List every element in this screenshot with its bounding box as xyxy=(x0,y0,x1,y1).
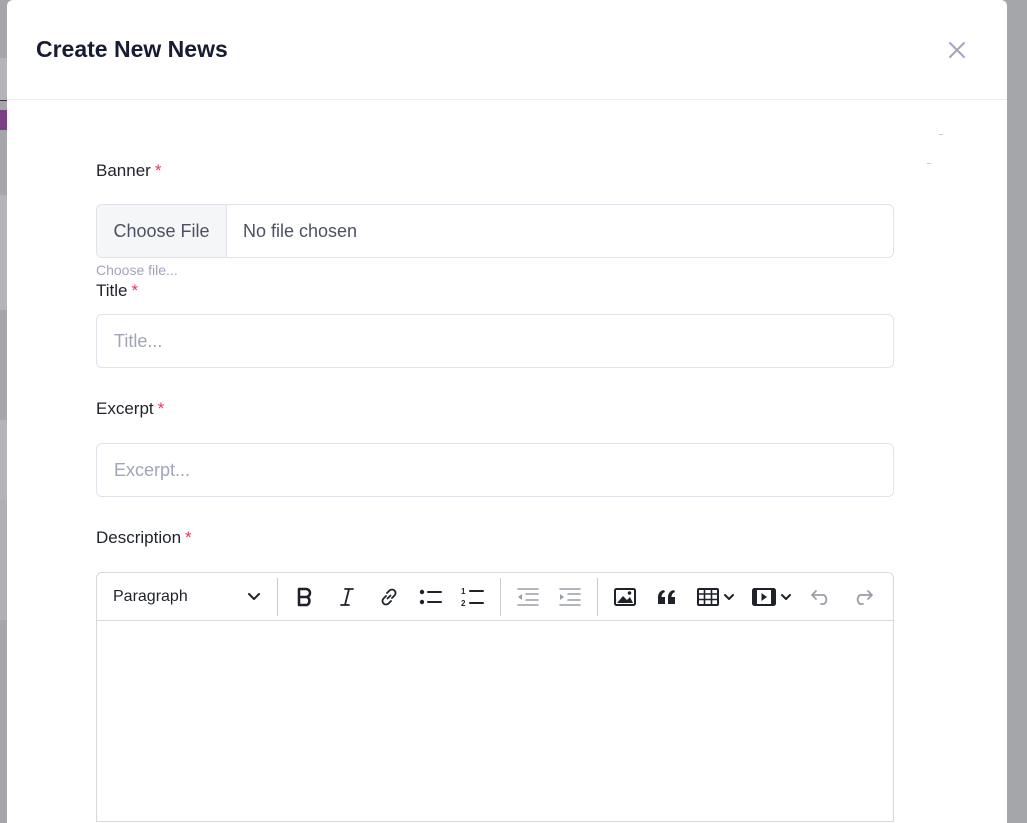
modal-body: Banner * Choose File No file chosen Choo… xyxy=(7,100,1007,822)
redo-icon xyxy=(856,589,873,605)
media-icon xyxy=(752,587,776,606)
decorative-mark xyxy=(939,134,943,135)
editor-content-area[interactable] xyxy=(97,621,893,821)
table-icon xyxy=(697,587,719,606)
blockquote-button[interactable] xyxy=(646,579,688,615)
title-label: Title * xyxy=(96,280,1007,302)
modal-header: Create New News xyxy=(7,0,1007,100)
banner-label: Banner * xyxy=(96,160,1007,182)
toolbar-separator xyxy=(277,577,278,616)
indent-icon xyxy=(559,587,581,606)
undo-icon xyxy=(811,589,828,605)
required-mark: * xyxy=(131,281,139,300)
toolbar-separator xyxy=(500,577,501,616)
editor-toolbar: Paragraph 1 2 xyxy=(97,573,893,621)
heading-dropdown[interactable]: Paragraph xyxy=(113,579,271,615)
blockquote-icon xyxy=(657,589,675,604)
banner-hint: Choose file... xyxy=(96,262,178,278)
chevron-down-icon xyxy=(248,592,260,600)
toolbar-separator xyxy=(597,577,598,616)
required-mark: * xyxy=(157,399,165,418)
numbered-list-button[interactable]: 1 2 xyxy=(452,579,494,615)
banner-file-input[interactable]: Choose File No file chosen xyxy=(96,204,894,258)
svg-text:1: 1 xyxy=(461,587,466,596)
modal-title: Create New News xyxy=(36,36,228,62)
choose-file-button[interactable]: Choose File xyxy=(97,205,227,257)
title-label-text: Title xyxy=(96,281,128,300)
bold-icon xyxy=(297,587,312,606)
outdent-icon xyxy=(517,587,539,606)
excerpt-input[interactable] xyxy=(96,443,894,497)
title-input[interactable] xyxy=(96,314,894,368)
description-label-text: Description xyxy=(96,528,182,547)
chevron-down-icon xyxy=(781,593,791,600)
rich-text-editor: Paragraph 1 2 xyxy=(96,572,894,822)
chevron-down-icon xyxy=(724,593,734,600)
insert-image-button[interactable] xyxy=(604,579,646,615)
italic-icon xyxy=(340,587,354,606)
banner-label-text: Banner xyxy=(96,161,151,180)
excerpt-label: Excerpt * xyxy=(96,398,1007,420)
close-button[interactable] xyxy=(945,38,969,62)
svg-text:2: 2 xyxy=(461,599,466,608)
italic-button[interactable] xyxy=(326,579,368,615)
file-status: No file chosen xyxy=(243,220,358,241)
undo-button[interactable] xyxy=(800,579,842,615)
close-icon xyxy=(949,41,965,58)
decorative-mark xyxy=(927,163,931,164)
link-button[interactable] xyxy=(368,579,410,615)
required-mark: * xyxy=(154,161,162,180)
bold-button[interactable] xyxy=(284,579,326,615)
link-icon xyxy=(381,588,397,605)
insert-media-button[interactable] xyxy=(744,579,800,615)
bulleted-list-button[interactable] xyxy=(410,579,452,615)
indent-button[interactable] xyxy=(549,579,591,615)
insert-table-button[interactable] xyxy=(688,579,744,615)
redo-button[interactable] xyxy=(842,579,884,615)
image-icon xyxy=(614,587,636,606)
required-mark: * xyxy=(185,528,192,547)
bulleted-list-icon xyxy=(419,589,442,604)
excerpt-label-text: Excerpt xyxy=(96,399,154,418)
create-news-modal: Create New News Banner * Choose File No … xyxy=(7,0,1007,823)
description-label: Description * xyxy=(96,527,1007,549)
outdent-button[interactable] xyxy=(507,579,549,615)
heading-dropdown-value: Paragraph xyxy=(113,587,188,605)
numbered-list-icon: 1 2 xyxy=(461,587,484,608)
